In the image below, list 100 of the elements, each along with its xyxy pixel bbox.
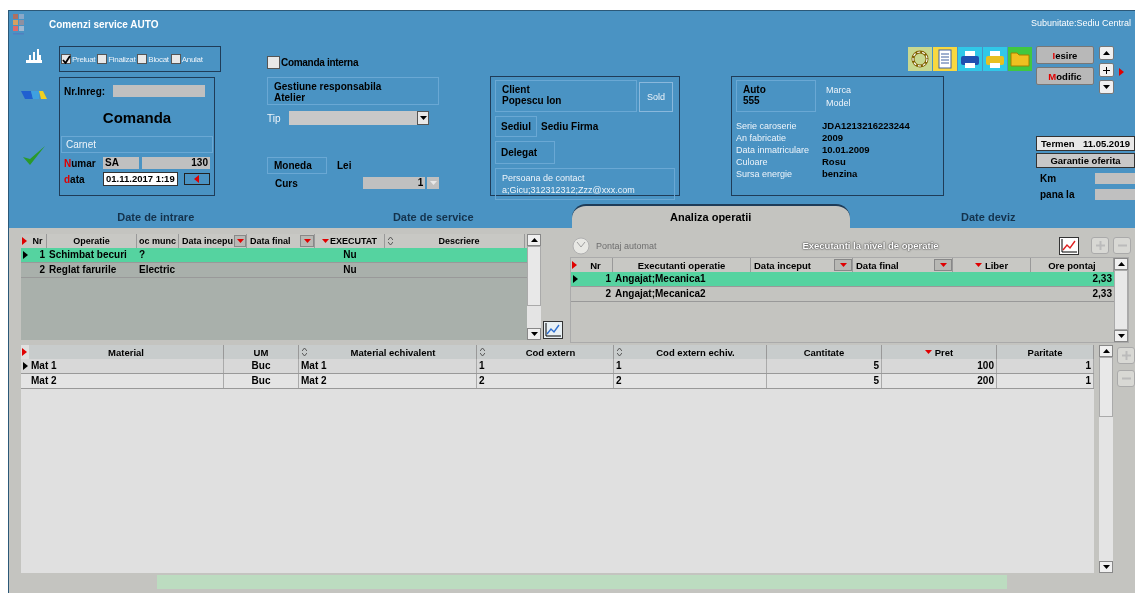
column-header[interactable]: Data incepu (179, 234, 247, 248)
action-button[interactable]: Iesire (1036, 46, 1094, 64)
termen-value: 11.05.2019 (1082, 138, 1130, 149)
remove-button[interactable] (1117, 370, 1135, 387)
table-row[interactable]: 2 Reglat farurile Electric Nu (21, 263, 527, 278)
caret-up-icon (1117, 262, 1125, 266)
table-cell: Mat 1 (299, 359, 477, 373)
column-header[interactable]: UM (224, 345, 299, 359)
toolbar-button[interactable] (958, 47, 982, 71)
input-field[interactable]: SA (103, 157, 139, 169)
status-label: Finalizat (108, 54, 136, 64)
input-field[interactable]: 130 (142, 157, 210, 169)
caret-down-icon (1103, 85, 1110, 89)
caret-down-icon (236, 239, 244, 243)
column-header[interactable]: Material (29, 345, 224, 359)
input-field[interactable] (1095, 189, 1135, 200)
printer-icon (984, 48, 1006, 70)
table-cell: Mat 1 (29, 359, 224, 373)
table-row[interactable]: 1 Angajat;Mecanica1 2,33 (571, 272, 1114, 287)
checkbox[interactable] (170, 54, 181, 64)
column-header[interactable]: Material echivalent (299, 345, 477, 359)
table-cell-text: 2 (604, 287, 612, 301)
dropdown-button[interactable] (417, 111, 429, 125)
tab[interactable]: Date de intrare (17, 206, 295, 228)
caret-up-icon (1103, 51, 1110, 55)
table-cell: Buc (224, 359, 299, 373)
plus-icon (1095, 241, 1105, 250)
filter-button[interactable] (300, 235, 314, 247)
pontaj-label: Pontaj automat (596, 240, 657, 251)
tab[interactable]: Date de service (294, 206, 572, 228)
tab[interactable]: Analiza operatii (572, 204, 850, 228)
printer-icon (959, 48, 981, 70)
checkbox[interactable] (61, 54, 71, 64)
table-cell: 100 (882, 359, 997, 373)
date-field[interactable]: 01.11.2017 1:19 (103, 172, 178, 186)
table-cell: 1 (614, 359, 767, 373)
table-cell-text: Nu (342, 248, 358, 262)
checkbox[interactable] (267, 56, 280, 69)
checkmark-icon (61, 54, 71, 64)
table-cell-text: ? (138, 248, 147, 262)
client-label: Client (502, 84, 531, 95)
filter-button[interactable] (934, 259, 952, 271)
scroll-down-button[interactable] (1099, 80, 1114, 94)
table-cell-text: 2,33 (1091, 272, 1113, 286)
column-header[interactable]: Cod extern (477, 345, 614, 359)
delegat-label: Delegat (495, 141, 555, 164)
column-header[interactable]: Cod extern echiv. (614, 345, 767, 359)
tip-dropdown[interactable] (289, 111, 429, 125)
vertical-scrollbar[interactable] (527, 234, 541, 340)
add-button[interactable] (1099, 63, 1114, 77)
horizontal-scrollbar[interactable] (157, 575, 1007, 589)
vertical-scrollbar[interactable] (1099, 345, 1113, 573)
caret-left-icon (194, 175, 200, 183)
table-row[interactable]: 1 Schimbat becuri ? Nu (21, 248, 527, 263)
table-cell-text: Angajat;Mecanica1 (614, 272, 707, 286)
table-cell: 5 (767, 374, 882, 388)
table-row[interactable]: Mat 2 Buc Mat 2 2 2 5 200 1 (21, 374, 1094, 389)
field-value: 2009 (822, 132, 845, 144)
column-header[interactable]: Pret (882, 345, 997, 359)
tab[interactable]: Date deviz (849, 206, 1127, 228)
app-logo-icon (13, 14, 25, 36)
chart-button[interactable] (543, 321, 563, 339)
column-header[interactable]: Cantitate (767, 345, 882, 359)
table-cell: 2 (477, 374, 614, 388)
table-cell: Mat 2 (299, 374, 477, 388)
column-header[interactable]: oc munc (137, 234, 179, 248)
input-field[interactable] (1095, 173, 1135, 184)
table-row[interactable]: 2 Angajat;Mecanica2 2,33 (571, 287, 1114, 302)
column-header[interactable]: Descriere (385, 234, 525, 248)
table-cell-text: Nu (342, 263, 358, 277)
filter-button[interactable] (834, 259, 852, 271)
remove-button[interactable] (1113, 237, 1131, 254)
checkbox[interactable] (97, 54, 108, 64)
table-cell-text: Angajat;Mecanica2 (614, 287, 707, 301)
field-label: Km (1040, 173, 1057, 184)
vertical-scrollbar[interactable] (1114, 258, 1128, 342)
column-header[interactable]: Data final (247, 234, 315, 248)
gestiune-value: Atelier (274, 92, 307, 103)
action-button[interactable]: Modific (1036, 67, 1094, 85)
field-label: Curs (274, 177, 299, 189)
input-field[interactable]: 1 (363, 177, 426, 189)
client-name: Popescu Ion (502, 95, 563, 106)
filter-button[interactable] (234, 235, 246, 247)
sort-desc-icon (321, 239, 329, 243)
column-header[interactable]: Paritate (997, 345, 1094, 359)
scroll-up-button[interactable] (1099, 46, 1114, 60)
table-row[interactable]: Mat 1 Buc Mat 1 1 1 5 100 1 (21, 359, 1094, 374)
table-cell: 5 (767, 359, 882, 373)
field-label: Sediul (495, 116, 537, 137)
sort-desc-icon (974, 263, 982, 267)
calendar-button[interactable] (183, 173, 210, 185)
checkbox[interactable] (137, 54, 148, 64)
column-header[interactable]: Data inceput (751, 258, 853, 272)
input-field[interactable] (113, 85, 205, 97)
column-header[interactable]: Data final (853, 258, 953, 272)
table-cell-text: 1 (38, 248, 46, 262)
caret-up-icon (530, 238, 538, 242)
table-cell: 1 (997, 374, 1094, 388)
chart-button[interactable] (1059, 236, 1079, 255)
gestiune-label: Gestiune responsabila (274, 81, 383, 92)
